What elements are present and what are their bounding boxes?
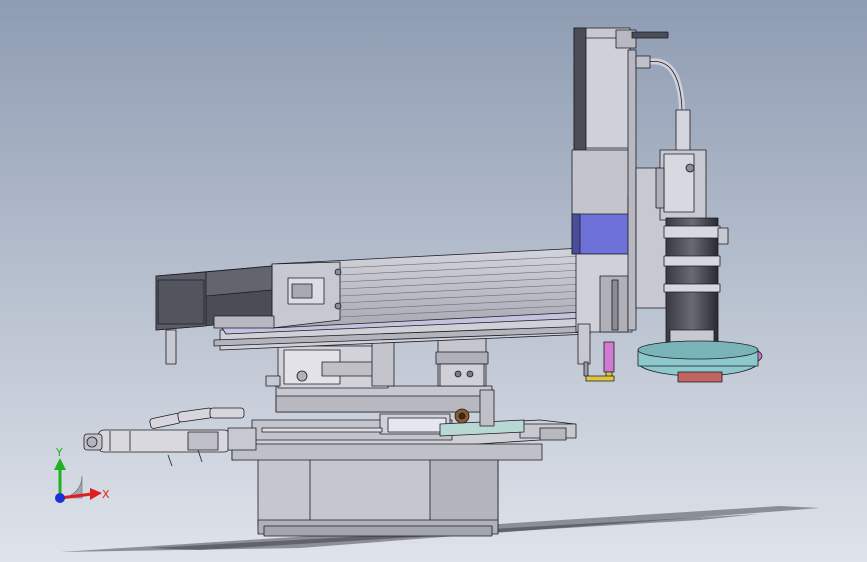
triad-x-label: X: [102, 488, 110, 501]
air-cylinder[interactable]: [83, 427, 257, 453]
cad-model-view[interactable]: Y X: [0, 0, 867, 562]
center-column[interactable]: [435, 333, 489, 387]
triad-y-label: Y: [55, 446, 63, 459]
camera-body[interactable]: [655, 149, 707, 221]
cad-viewport[interactable]: Y X: [0, 0, 867, 562]
base-block[interactable]: [257, 455, 499, 537]
triad-z-axis: [55, 493, 65, 503]
